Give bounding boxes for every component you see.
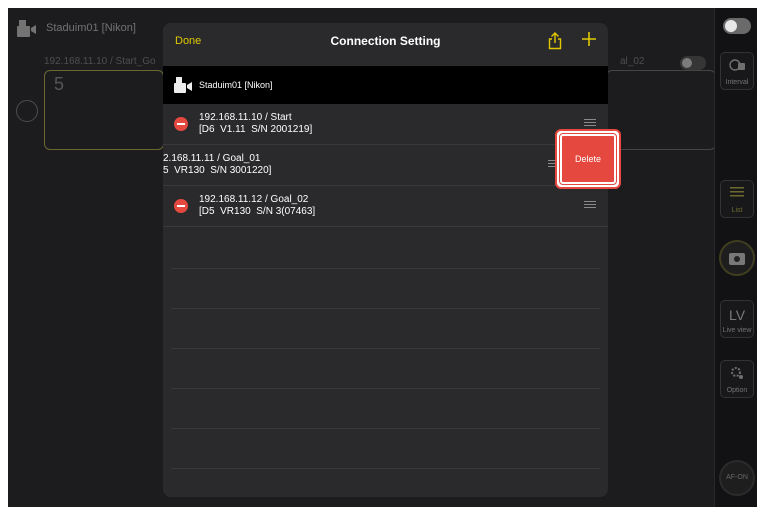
divider [171, 268, 600, 269]
sidebar-toggle[interactable] [723, 18, 751, 34]
share-icon[interactable] [548, 32, 562, 50]
option-label: Option [726, 387, 748, 394]
connection-setting-modal: Done Connection Setting Staduim01 [Nikon… [163, 23, 608, 497]
connection-device: [D5 VR130 S/N 3(07463] [199, 206, 316, 217]
live-view-button[interactable]: LV Live view [720, 300, 754, 338]
list-icon [730, 187, 744, 197]
modal-title: Connection Setting [330, 34, 441, 48]
modal-header: Done Connection Setting [163, 23, 608, 61]
camera-group-header: Staduim01 [Nikon] [163, 66, 608, 104]
divider [171, 308, 600, 309]
list-label: List [731, 207, 743, 214]
lv-label: LV [728, 307, 746, 323]
connection-row[interactable]: 192.168.11.12 / Goal_02 [D5 VR130 S/N 3(… [163, 187, 608, 227]
right-sidebar: Interval List LV Live view Option AF-ON [714, 8, 757, 507]
interval-icon [729, 59, 745, 71]
shutter-button[interactable] [719, 240, 755, 276]
camera-group-icon [17, 20, 36, 37]
camera-group-label: Staduim01 [Nikon] [199, 80, 273, 90]
divider [171, 468, 600, 469]
af-on-button[interactable]: AF-ON [719, 460, 755, 496]
connection-address: 192.168.11.10 / Start [199, 112, 292, 123]
background-digit: 5 [54, 74, 65, 94]
background-title: Staduim01 [Nikon] [46, 22, 136, 34]
connection-address: 2.168.11.11 / Goal_01 [163, 153, 261, 164]
list-button[interactable]: List [720, 180, 754, 218]
background-camera-button [16, 100, 38, 122]
divider [171, 388, 600, 389]
connection-device: [D6 V1.11 S/N 2001219] [199, 124, 313, 135]
divider [171, 348, 600, 349]
background-subtitle-right: al_02 [620, 56, 645, 67]
delete-highlight: Delete [555, 129, 621, 189]
background-camera-panel-2 [606, 70, 716, 150]
connection-row-text: 192.168.11.12 / Goal_02 [D5 VR130 S/N 3(… [199, 194, 315, 218]
divider [171, 428, 600, 429]
remove-icon[interactable] [174, 117, 188, 131]
interval-label: Interval [725, 79, 749, 86]
connection-row[interactable]: 192.168.11.10 / Start [D6 V1.11 S/N 2001… [163, 105, 608, 145]
remove-icon[interactable] [174, 199, 188, 213]
connection-address: 192.168.11.12 / Goal_02 [199, 194, 309, 205]
plus-icon[interactable] [581, 31, 597, 47]
connection-row[interactable]: 2.168.11.11 / Goal_01 5 VR130 S/N 300122… [163, 146, 608, 186]
connection-row-text: 192.168.11.10 / Start [D6 V1.11 S/N 2001… [199, 112, 312, 136]
reorder-handle-icon[interactable] [584, 119, 596, 128]
background-subtitle-left: 192.168.11.10 / Start_Go [44, 56, 156, 67]
connection-device: 5 VR130 S/N 3001220] [163, 165, 272, 176]
camera-group-icon [174, 77, 192, 93]
interval-button[interactable]: Interval [720, 52, 754, 90]
reorder-handle-icon[interactable] [584, 201, 596, 210]
delete-button[interactable]: Delete [559, 133, 617, 185]
live-view-label: Live view [722, 327, 752, 334]
connection-row-text: 2.168.11.11 / Goal_01 5 VR130 S/N 300122… [163, 153, 271, 177]
app-screen: Staduim01 [Nikon] 192.168.11.10 / Start_… [8, 8, 757, 507]
option-button[interactable]: Option [720, 360, 754, 398]
background-toggle [680, 56, 706, 70]
camera-icon [729, 253, 745, 265]
gear-icon [731, 367, 743, 379]
